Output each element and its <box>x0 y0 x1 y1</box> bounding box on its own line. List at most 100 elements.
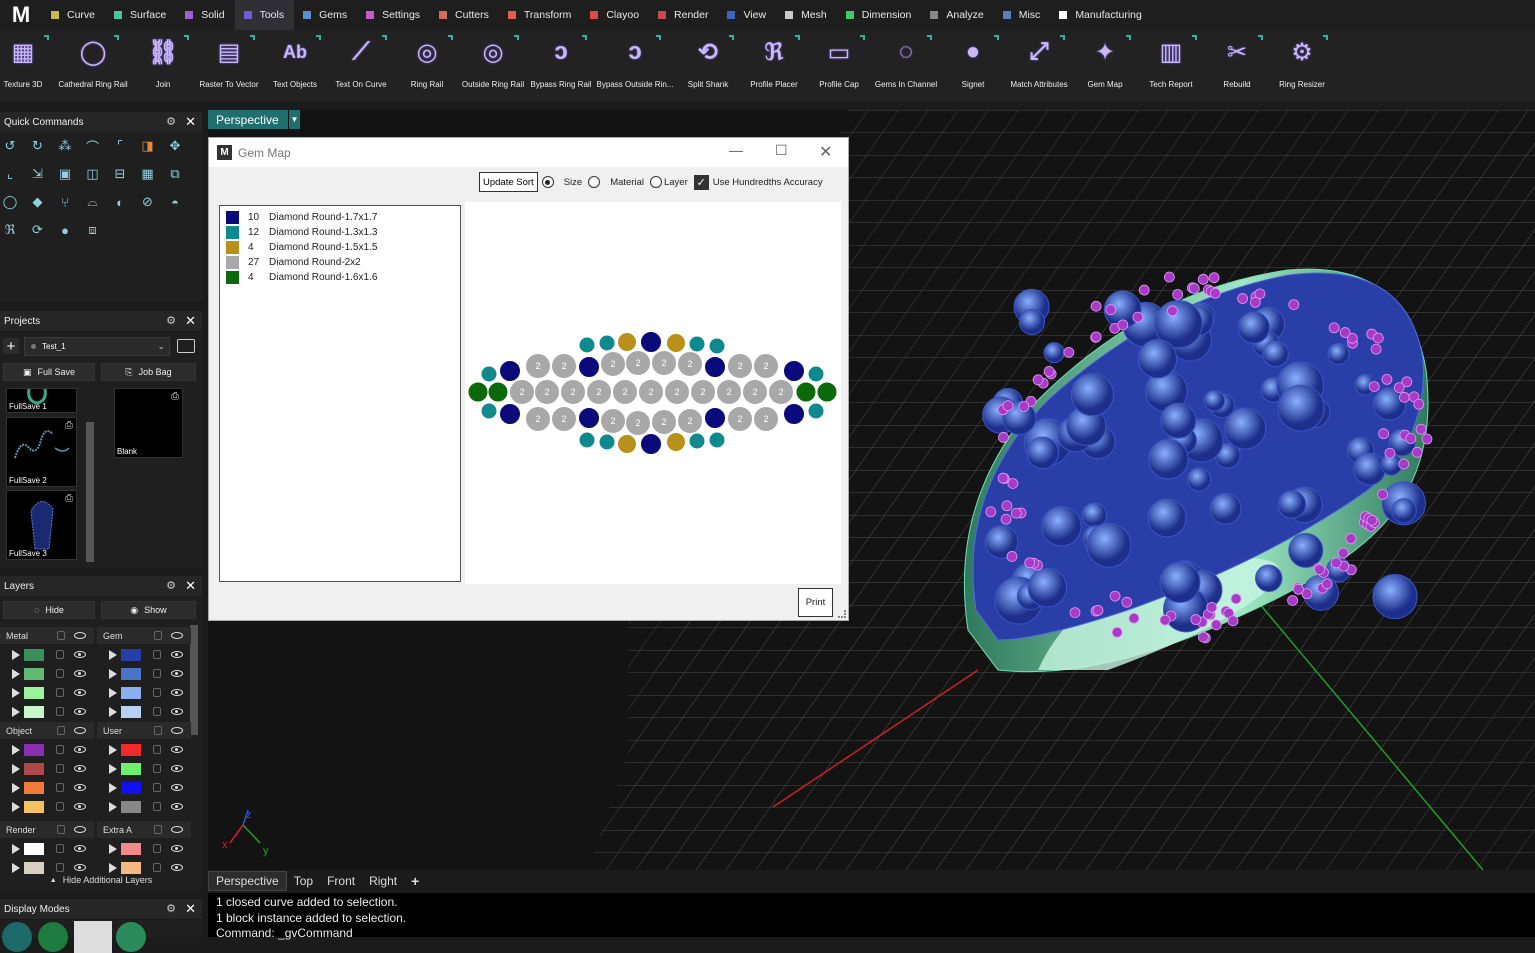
lock-icon[interactable] <box>56 802 64 811</box>
eye-icon[interactable] <box>74 784 86 791</box>
expand-icon[interactable] <box>109 687 117 698</box>
project-thumbnail[interactable]: ⎙ FullSave 2 <box>6 417 77 487</box>
layer-color-swatch[interactable] <box>121 648 141 661</box>
lock-icon[interactable] <box>56 688 64 697</box>
lock-icon[interactable] <box>153 688 161 697</box>
layer-color-swatch[interactable] <box>24 861 44 874</box>
trim-icon[interactable]: ⌞ <box>1 165 19 183</box>
layer-row[interactable] <box>97 702 191 721</box>
resize-grip-icon[interactable] <box>838 610 846 618</box>
material-radio[interactable] <box>588 176 601 188</box>
layer-color-swatch[interactable] <box>121 686 141 699</box>
layer-row[interactable] <box>0 759 94 778</box>
tab-dimension[interactable]: Dimension <box>837 0 922 30</box>
layer-color-swatch[interactable] <box>121 781 141 794</box>
layer-row[interactable] <box>0 858 94 877</box>
mirror-icon[interactable]: ◨ <box>139 137 157 155</box>
layer-group-object[interactable]: Object <box>0 722 94 739</box>
project-thumbnail[interactable]: ⎙ FullSave 3 <box>6 490 77 560</box>
dome-icon[interactable]: ◓ <box>166 193 184 211</box>
lock-icon[interactable] <box>153 783 161 792</box>
project-thumbnail[interactable]: FullSave 1 <box>6 388 77 413</box>
expand-icon[interactable] <box>109 706 117 717</box>
viewport-title-tab[interactable]: Perspective ▼ <box>208 110 300 129</box>
layer-color-swatch[interactable] <box>24 648 44 661</box>
tab-transform[interactable]: Transform <box>499 0 581 30</box>
lock-icon[interactable] <box>56 669 64 678</box>
rendered-mode-icon[interactable] <box>74 921 112 953</box>
layer-color-swatch[interactable] <box>24 762 44 775</box>
hide-layers-button[interactable]: ◌ Hide <box>3 601 95 619</box>
eye-icon[interactable] <box>74 803 86 810</box>
job-bag-button[interactable]: ⎘ Job Bag <box>101 363 196 381</box>
lock-icon[interactable] <box>56 783 64 792</box>
close-icon[interactable]: ✕ <box>185 578 196 594</box>
lock-icon[interactable] <box>56 764 64 773</box>
layer-color-swatch[interactable] <box>121 842 141 855</box>
eye-icon[interactable] <box>74 689 86 696</box>
update-sort-button[interactable]: Update Sort <box>479 172 538 192</box>
maximize-icon[interactable]: ☐ <box>775 142 788 159</box>
expand-icon[interactable] <box>109 782 117 793</box>
expand-icon[interactable] <box>109 843 117 854</box>
lock-icon[interactable] <box>56 863 64 872</box>
layer-color-swatch[interactable] <box>121 861 141 874</box>
layer-color-swatch[interactable] <box>24 686 44 699</box>
lock-icon[interactable] <box>153 707 161 716</box>
expand-icon[interactable] <box>12 668 20 679</box>
export-icon[interactable]: ⎙ <box>65 493 73 504</box>
expand-icon[interactable] <box>109 862 117 873</box>
lock-icon[interactable] <box>57 825 65 834</box>
tab-gems[interactable]: Gems <box>294 0 357 30</box>
export-icon[interactable]: ⎙ <box>65 420 73 431</box>
gear-icon[interactable]: ⚙ <box>166 579 176 592</box>
lock-icon[interactable] <box>153 745 161 754</box>
layer-row[interactable] <box>97 778 191 797</box>
tab-clayoo[interactable]: Clayoo <box>581 0 649 30</box>
expand-icon[interactable] <box>109 801 117 812</box>
rotate-copy-icon[interactable]: ↻ <box>29 137 47 155</box>
layer-row[interactable] <box>0 740 94 759</box>
eye-icon[interactable] <box>171 746 183 753</box>
lock-icon[interactable] <box>57 726 65 735</box>
move-icon[interactable]: ✥ <box>166 137 184 155</box>
eye-icon[interactable] <box>171 689 183 696</box>
layer-row[interactable] <box>97 740 191 759</box>
size-radio[interactable] <box>541 176 554 188</box>
profile-icon[interactable]: ℜ <box>1 221 19 239</box>
lock-icon[interactable] <box>153 802 161 811</box>
cut-icon[interactable]: ⊘ <box>139 193 157 211</box>
tab-front[interactable]: Front <box>320 871 362 891</box>
layer-row[interactable] <box>97 645 191 664</box>
layers-scrollbar[interactable] <box>190 625 198 735</box>
lock-icon[interactable] <box>57 631 65 640</box>
eye-icon[interactable] <box>171 784 183 791</box>
expand-icon[interactable] <box>12 801 20 812</box>
tab-misc[interactable]: Misc <box>994 0 1051 30</box>
ring-icon[interactable]: ◯ <box>1 193 19 211</box>
layer-row[interactable] <box>97 759 191 778</box>
ring-resizer-button[interactable]: ⚙ Ring Resizer <box>1257 30 1347 102</box>
project-select[interactable]: Test_1 ⌄ <box>24 337 170 356</box>
lock-icon[interactable] <box>56 707 64 716</box>
layer-color-swatch[interactable] <box>24 667 44 680</box>
eye-icon[interactable] <box>74 845 86 852</box>
dialog-title-bar[interactable]: M Gem Map — ☐ ✕ <box>209 138 848 167</box>
layer-group-extra-a[interactable]: Extra A <box>97 821 191 838</box>
expand-icon[interactable] <box>109 649 117 660</box>
expand-icon[interactable] <box>12 782 20 793</box>
layer-color-swatch[interactable] <box>24 705 44 718</box>
wireframe-mode-icon[interactable] <box>2 922 32 952</box>
loop-icon[interactable]: ⟳ <box>29 221 47 239</box>
expand-icon[interactable] <box>12 843 20 854</box>
gear-icon[interactable]: ⚙ <box>166 902 176 915</box>
gem-icon[interactable]: ◆ <box>29 193 47 211</box>
layer-color-swatch[interactable] <box>121 705 141 718</box>
gems-cluster-icon[interactable]: ⁂ <box>56 137 74 155</box>
expand-icon[interactable] <box>109 763 117 774</box>
close-icon[interactable]: ✕ <box>185 901 196 917</box>
layer-radio[interactable] <box>649 176 662 188</box>
layer-row[interactable] <box>97 683 191 702</box>
expand-icon[interactable] <box>12 706 20 717</box>
add-view-icon[interactable]: + <box>404 871 426 891</box>
